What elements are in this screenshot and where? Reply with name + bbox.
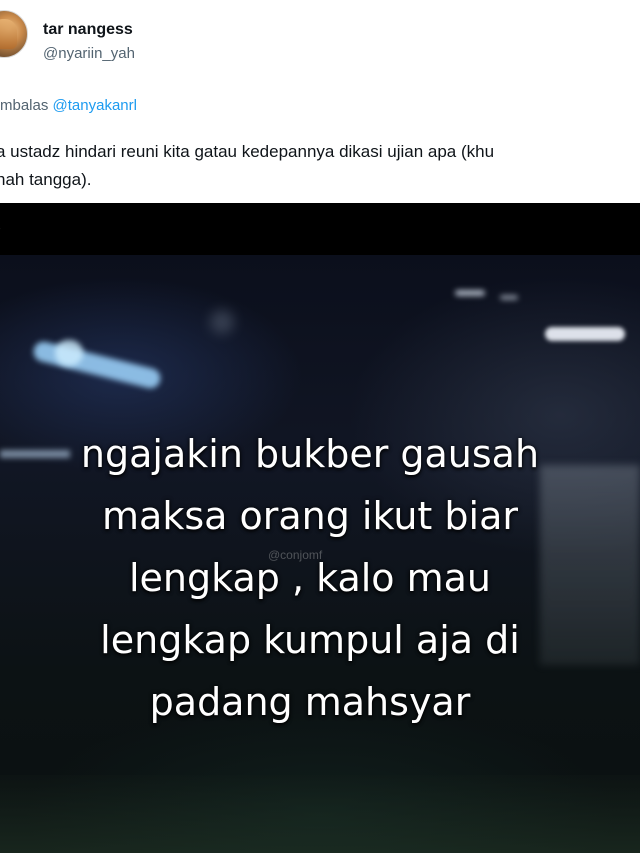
- video-frame[interactable]: @conjomf ngajakin bukber gausah maksa or…: [0, 255, 640, 853]
- caption-line: lengkap kumpul aja di: [100, 618, 520, 662]
- avatar[interactable]: [0, 10, 28, 58]
- tweet-text-line: nah tangga).: [0, 170, 92, 189]
- caption-line: padang mahsyar: [149, 680, 471, 724]
- caption-line: lengkap , kalo mau: [128, 556, 492, 600]
- blurred-light: [545, 327, 625, 341]
- video-player[interactable]: ♪ @conjomf ngajakin bukber gausah maksa …: [0, 203, 640, 853]
- reply-prefix: mbalas: [0, 97, 53, 114]
- blurred-light: [31, 339, 163, 391]
- video-caption-overlay: ngajakin bukber gausah maksa orang ikut …: [0, 423, 620, 733]
- blurred-light: [455, 290, 485, 296]
- tweet-text-line: a ustadz hindari reuni kita gatau kedepa…: [0, 142, 495, 161]
- blurred-light: [55, 340, 83, 366]
- reply-context: mbalas @tanyakanrl: [0, 97, 137, 114]
- reply-mention-link[interactable]: @tanyakanrl: [53, 97, 137, 114]
- tweet-header: tar nangess @nyariin_yah: [0, 0, 640, 90]
- road-area: [0, 775, 640, 853]
- caption-line: ngajakin bukber gausah: [80, 432, 540, 476]
- caption-line: maksa orang ikut biar: [102, 494, 518, 538]
- blurred-light: [210, 310, 234, 334]
- user-handle[interactable]: @nyariin_yah: [43, 45, 135, 62]
- avatar-image: [0, 19, 17, 49]
- tiktok-icon: ♪: [0, 217, 6, 239]
- blurred-light: [500, 295, 518, 300]
- video-top-bar: ♪: [0, 203, 640, 255]
- display-name[interactable]: tar nangess: [43, 21, 133, 39]
- tweet-text: a ustadz hindari reuni kita gatau kedepa…: [0, 138, 640, 194]
